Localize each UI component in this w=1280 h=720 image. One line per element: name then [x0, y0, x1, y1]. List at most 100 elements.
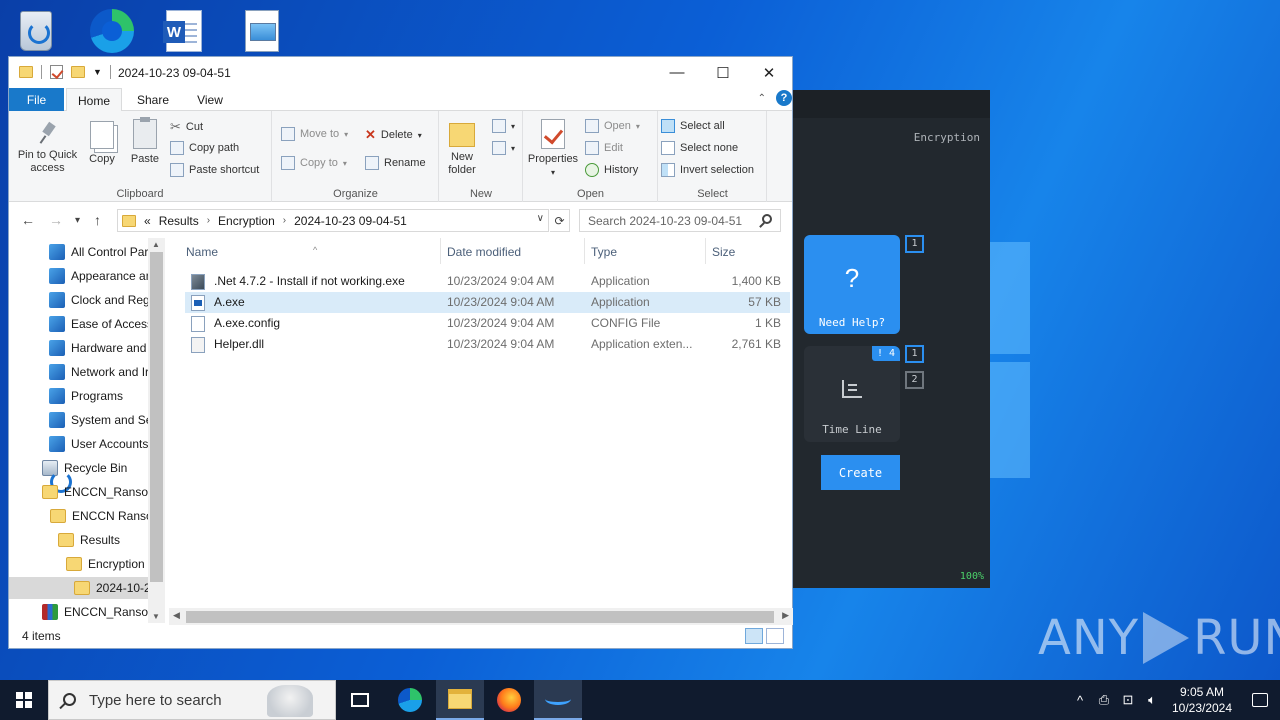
back-arrow-icon[interactable]: ←: [21, 212, 35, 228]
show-hidden-icons-chevron[interactable]: ^: [1068, 693, 1092, 708]
scroll-left-arrow-icon[interactable]: ◀: [173, 610, 180, 621]
nav-item[interactable]: Programs: [49, 385, 123, 407]
forward-arrow-icon[interactable]: →: [49, 212, 63, 228]
nav-item[interactable]: Recycle Bin: [42, 457, 127, 493]
column-type[interactable]: Type: [591, 245, 617, 259]
invert-selection-button[interactable]: Invert selection: [661, 163, 754, 177]
recent-locations-chevron-icon[interactable]: ▾: [75, 215, 80, 226]
need-help-card[interactable]: ? Need Help?: [804, 235, 900, 334]
nav-item[interactable]: System and Se: [49, 409, 152, 431]
nav-item[interactable]: Results: [58, 529, 120, 551]
customize-toolbar-dropdown-icon[interactable]: ▼: [93, 67, 102, 77]
breadcrumb-separator-icon[interactable]: ›: [207, 215, 210, 226]
usb-device-icon[interactable]: ⎙: [1092, 692, 1116, 708]
edge-taskbar-button[interactable]: [386, 680, 434, 720]
breadcrumb-current[interactable]: 2024-10-23 09-04-51: [294, 214, 407, 228]
nav-item[interactable]: Clock and Regi: [49, 289, 152, 311]
easy-access-button[interactable]: ▾: [492, 141, 515, 155]
file-explorer-taskbar-button[interactable]: [436, 680, 484, 720]
address-dropdown-icon[interactable]: ∨: [537, 213, 544, 224]
column-name[interactable]: Name: [186, 245, 218, 259]
address-bar[interactable]: « Results › Encryption › 2024-10-23 09-0…: [117, 209, 549, 232]
tab-file[interactable]: File: [9, 88, 64, 111]
new-folder-button[interactable]: New folder: [444, 123, 480, 177]
open-button[interactable]: Open ▾: [585, 119, 640, 133]
properties-quick-icon[interactable]: [50, 65, 63, 79]
horizontal-scroll-thumb[interactable]: [186, 611, 774, 623]
select-none-button[interactable]: Select none: [661, 141, 738, 155]
breadcrumb-results[interactable]: Results: [159, 214, 199, 228]
up-arrow-icon[interactable]: ↑: [94, 212, 101, 228]
scroll-right-arrow-icon[interactable]: ▶: [782, 610, 789, 621]
refresh-icon[interactable]: ⟳: [550, 209, 570, 232]
file-row[interactable]: Helper.dll 10/23/2024 9:04 AM Application …: [185, 334, 790, 355]
nav-item[interactable]: Encryption: [66, 553, 145, 575]
nav-item[interactable]: 2024-10-2:: [9, 577, 154, 599]
scroll-up-arrow-icon[interactable]: ▲: [152, 240, 160, 249]
scroll-down-arrow-icon[interactable]: ▼: [152, 612, 160, 621]
task-view-button[interactable]: [336, 680, 384, 720]
delete-button[interactable]: ✕ Delete ▾: [365, 127, 422, 143]
column-date-modified[interactable]: Date modified: [447, 245, 521, 259]
tab-home[interactable]: Home: [66, 88, 122, 112]
history-button[interactable]: History: [585, 163, 638, 177]
image-file-desktop-icon[interactable]: [236, 6, 288, 56]
clock[interactable]: 9:05 AM 10/23/2024: [1164, 684, 1240, 716]
file-row[interactable]: .Net 4.7.2 - Install if not working.exe 1…: [185, 271, 790, 292]
nav-item[interactable]: ENCCN Ransor: [50, 505, 157, 527]
search-input[interactable]: Search 2024-10-23 09-04-51: [579, 209, 781, 232]
column-divider[interactable]: [440, 238, 441, 264]
file-row[interactable]: A.exe.config 10/23/2024 9:04 AM CONFIG Fil…: [185, 313, 790, 334]
tab-share[interactable]: Share: [131, 88, 175, 111]
nav-item[interactable]: User Accounts: [49, 433, 148, 455]
copy-path-button[interactable]: Copy path: [170, 141, 239, 155]
nav-scroll-thumb[interactable]: [150, 252, 163, 582]
move-to-button[interactable]: Move to ▾: [281, 127, 348, 141]
copy-to-button[interactable]: Copy to ▾: [281, 156, 347, 170]
nav-item[interactable]: ENCCN_Ransom: [42, 481, 158, 503]
copy-button[interactable]: Copy: [87, 121, 117, 166]
anyrun-app-taskbar-button[interactable]: [534, 680, 582, 720]
nav-item[interactable]: All Control Par: [49, 241, 148, 263]
cut-button[interactable]: ✂ Cut: [170, 119, 203, 135]
maximize-button[interactable]: ☐: [700, 57, 746, 88]
paste-button[interactable]: Paste: [129, 117, 161, 166]
column-size[interactable]: Size: [712, 245, 735, 259]
help-icon[interactable]: ?: [776, 90, 792, 106]
title-bar[interactable]: ▼ 2024-10-23 09-04-51 — ☐ ✕: [9, 57, 792, 88]
nav-item[interactable]: Ease of Access: [49, 313, 153, 335]
select-all-button[interactable]: Select all: [661, 119, 725, 133]
nav-pane-scrollbar[interactable]: ▲ ▼: [148, 238, 165, 623]
nav-item[interactable]: Appearance an: [49, 265, 152, 287]
nav-item[interactable]: Hardware and: [49, 337, 146, 359]
firefox-taskbar-button[interactable]: [485, 680, 533, 720]
rename-button[interactable]: Rename: [365, 156, 426, 170]
nav-item[interactable]: Network and Ir: [49, 361, 149, 383]
large-icons-view-icon[interactable]: [766, 628, 784, 644]
tab-view[interactable]: View: [188, 88, 232, 111]
notifications-button[interactable]: [1240, 680, 1280, 720]
collapse-ribbon-icon[interactable]: ⌃: [758, 93, 766, 104]
volume-icon[interactable]: 🔈︎: [1140, 692, 1164, 708]
network-icon[interactable]: ⊡: [1116, 692, 1140, 708]
minimize-button[interactable]: —: [654, 57, 700, 88]
new-item-button[interactable]: ▾: [492, 119, 515, 133]
file-row[interactable]: A.exe 10/23/2024 9:04 AM Application 57 KB: [185, 292, 790, 313]
create-button[interactable]: Create: [821, 455, 900, 490]
close-button[interactable]: ✕: [746, 57, 792, 88]
address-overflow-chevron[interactable]: «: [144, 214, 151, 228]
column-divider[interactable]: [584, 238, 585, 264]
column-divider[interactable]: [705, 238, 706, 264]
recycle-bin-desktop-icon[interactable]: [10, 6, 62, 56]
breadcrumb-encryption[interactable]: Encryption: [218, 214, 275, 228]
details-view-icon[interactable]: [745, 628, 763, 644]
edge-desktop-icon[interactable]: [86, 6, 138, 56]
paste-shortcut-button[interactable]: Paste shortcut: [170, 163, 259, 177]
edit-button[interactable]: Edit: [585, 141, 623, 155]
properties-button[interactable]: Properties ▾: [526, 119, 580, 179]
nav-item[interactable]: ENCCN_Ransom: [42, 601, 158, 623]
taskbar-search-box[interactable]: Type here to search: [48, 680, 336, 720]
breadcrumb-separator-icon[interactable]: ›: [283, 215, 286, 226]
new-folder-quick-icon[interactable]: [71, 66, 85, 78]
word-document-desktop-icon[interactable]: W: [158, 6, 210, 56]
